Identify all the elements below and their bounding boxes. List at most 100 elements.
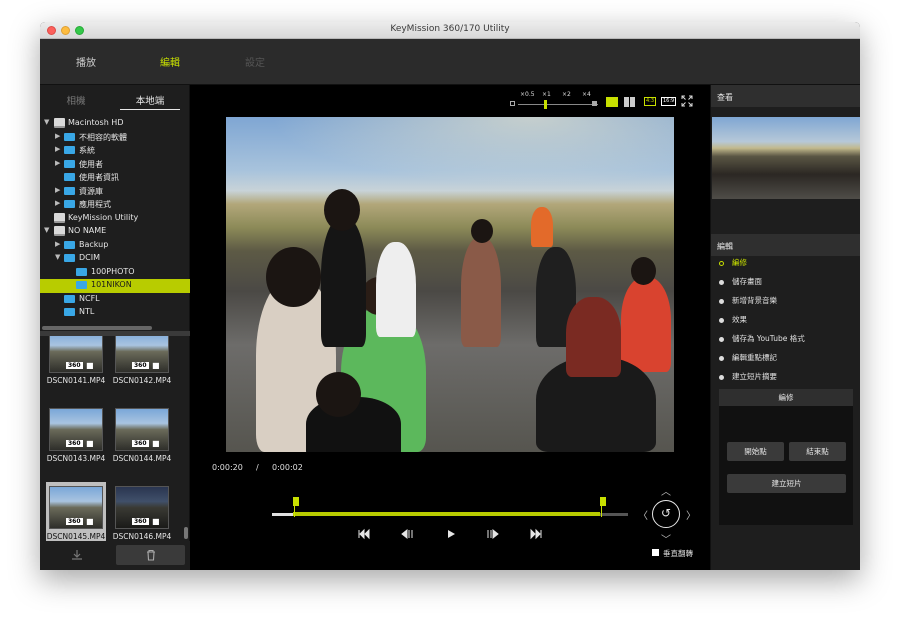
dot-icon — [719, 336, 724, 342]
zoom-slider-handle[interactable] — [544, 100, 547, 109]
chevron-right-icon[interactable]: ▶ — [55, 159, 60, 167]
tree-item-label: NO NAME — [68, 226, 107, 235]
tree-item-ncfl[interactable]: NCFL — [40, 293, 190, 307]
thumbnail-item[interactable]: 360 ■ DSCN0144.MP4 — [112, 404, 172, 470]
folder-icon — [64, 173, 75, 181]
play-button[interactable] — [443, 528, 459, 543]
tree-item-macintosh-hd[interactable]: ▼ Macintosh HD — [40, 117, 190, 131]
chevron-down-icon[interactable]: ﹀ — [661, 531, 671, 546]
frame-forward-icon — [487, 528, 499, 540]
chevron-down-icon[interactable]: ▼ — [55, 253, 60, 261]
aspect-16-9-button[interactable]: 16:9 — [661, 97, 677, 106]
menu-item-save-frame[interactable]: 儲存畫面 — [719, 276, 762, 287]
tree-item-label: NTL — [79, 307, 95, 316]
download-button[interactable] — [48, 545, 106, 565]
menu-item-effects[interactable]: 效果 — [719, 314, 747, 325]
trim-end-marker[interactable] — [599, 497, 606, 517]
tab-settings[interactable]: 設定 — [225, 54, 285, 69]
set-start-button[interactable]: 開始點 — [727, 442, 784, 461]
tree-item-ntl[interactable]: NTL — [40, 306, 190, 320]
skip-start-icon — [358, 528, 370, 540]
split-view-button-left[interactable] — [624, 97, 629, 107]
tab-playback[interactable]: 播放 — [56, 54, 116, 69]
set-end-button[interactable]: 結束點 — [789, 442, 846, 461]
chevron-right-icon[interactable]: ▶ — [55, 186, 60, 194]
thumbnail-scrollbar[interactable] — [184, 527, 188, 539]
person-head — [631, 257, 656, 285]
tree-item-100photo[interactable]: 100PHOTO — [40, 266, 190, 280]
chevron-up-icon[interactable]: ︿ — [661, 483, 671, 498]
thumbnail-item[interactable]: 360 ■ DSCN0143.MP4 — [46, 404, 106, 470]
tree-item-label: 資源庫 — [79, 186, 103, 196]
tree-item-users[interactable]: ▶ 使用者 — [40, 158, 190, 172]
thumbnail-item[interactable]: 360 ■ DSCN0145.MP4 — [46, 482, 106, 541]
trim-start-marker[interactable] — [293, 497, 300, 517]
chevron-right-icon[interactable]: ▶ — [55, 145, 60, 153]
menu-item-create-summary[interactable]: 建立短片摘要 — [719, 371, 777, 382]
skip-to-end-button[interactable] — [527, 528, 543, 543]
vertical-flip-checkbox[interactable] — [652, 549, 659, 556]
chevron-right-icon[interactable]: ▶ — [55, 240, 60, 248]
menu-item-save-youtube[interactable]: 儲存為 YouTube 格式 — [719, 333, 805, 344]
tree-item-keymission-utility[interactable]: KeyMission Utility — [40, 212, 190, 226]
create-clip-button[interactable]: 建立短片 — [727, 474, 846, 493]
tree-item-label: NCFL — [79, 293, 100, 303]
trash-icon — [146, 549, 155, 561]
folder-icon — [64, 294, 75, 303]
tree-item-system[interactable]: ▶ 系統 — [40, 144, 190, 158]
next-frame-button[interactable] — [485, 528, 501, 543]
chevron-right-icon[interactable]: 〉 — [686, 507, 696, 522]
video-camera-icon: ■ — [86, 439, 94, 448]
menu-item-add-bgm[interactable]: 新增背景音樂 — [719, 295, 777, 306]
tree-item-library[interactable]: ▶ 資源庫 — [40, 185, 190, 199]
source-tabs: 相機 本地端 — [40, 85, 190, 111]
tree-item-101nikon[interactable]: 101NIKON — [40, 279, 190, 293]
person-shape — [321, 217, 366, 347]
reset-view-button[interactable]: ↺ — [652, 500, 680, 528]
browser-toolbar — [40, 541, 190, 570]
video-frame[interactable] — [226, 117, 674, 452]
tree-item-applications[interactable]: ▶ 應用程式 — [40, 198, 190, 212]
browser-panel: 相機 本地端 ▼ Macintosh HD ▶ 不相容的軟體 ▶ 系統 ▶ 使用… — [40, 85, 190, 570]
delete-button[interactable] — [116, 545, 185, 565]
tab-local[interactable]: 本地端 — [120, 93, 180, 110]
single-view-button[interactable] — [606, 97, 618, 107]
menu-item-label: 新增背景音樂 — [732, 296, 777, 305]
thumbnail-item[interactable]: 360 ■ DSCN0146.MP4 — [112, 482, 172, 541]
tree-item-no-name[interactable]: ▼ NO NAME — [40, 225, 190, 239]
current-time: 0:00:20 — [212, 463, 243, 472]
tree-horizontal-scrollbar[interactable] — [42, 326, 152, 330]
split-view-button-right[interactable] — [630, 97, 635, 107]
tree-item-backup[interactable]: ▶ Backup — [40, 239, 190, 253]
zoom-out-icon[interactable] — [510, 101, 515, 106]
tree-item-label: Backup — [79, 239, 109, 249]
tree-item-dcim[interactable]: ▼ DCIM — [40, 252, 190, 266]
tree-item-user-info[interactable]: 使用者資訊 — [40, 171, 190, 185]
chevron-right-icon[interactable]: ▶ — [55, 132, 60, 140]
marker-stem — [600, 497, 602, 517]
thumbnail-item[interactable]: 360 ■ DSCN0142.MP4 — [112, 336, 172, 392]
zoom-slider-track[interactable] — [518, 104, 598, 105]
menu-item-label: 儲存畫面 — [732, 277, 762, 286]
fullscreen-icon[interactable] — [681, 95, 693, 107]
person-shape — [531, 207, 553, 247]
previous-frame-button[interactable] — [399, 528, 415, 543]
chevron-right-icon[interactable]: ▶ — [55, 199, 60, 207]
chevron-left-icon[interactable]: 〈 — [638, 507, 648, 522]
aspect-4-3-button[interactable]: 4:3 — [644, 97, 657, 106]
video-camera-icon: ■ — [86, 517, 94, 526]
thumbnail-filename: DSCN0144.MP4 — [112, 454, 172, 463]
skip-to-start-button[interactable] — [357, 528, 373, 543]
zoom-in-icon[interactable] — [592, 101, 597, 106]
tab-camera[interactable]: 相機 — [46, 93, 106, 107]
thumbnail-item[interactable]: 360 ■ DSCN0141.MP4 — [46, 336, 106, 392]
menu-item-trim[interactable]: 編修 — [719, 257, 747, 268]
tree-item-incompatible-software[interactable]: ▶ 不相容的軟體 — [40, 131, 190, 145]
chevron-down-icon[interactable]: ▼ — [44, 226, 49, 234]
menu-item-edit-highlights[interactable]: 編輯重點標記 — [719, 352, 777, 363]
chevron-down-icon[interactable]: ▼ — [44, 118, 49, 126]
menu-item-label: 編修 — [732, 258, 747, 267]
tab-edit[interactable]: 編輯 — [140, 54, 200, 69]
panorama-preview[interactable] — [712, 117, 860, 199]
folder-icon — [64, 186, 75, 195]
